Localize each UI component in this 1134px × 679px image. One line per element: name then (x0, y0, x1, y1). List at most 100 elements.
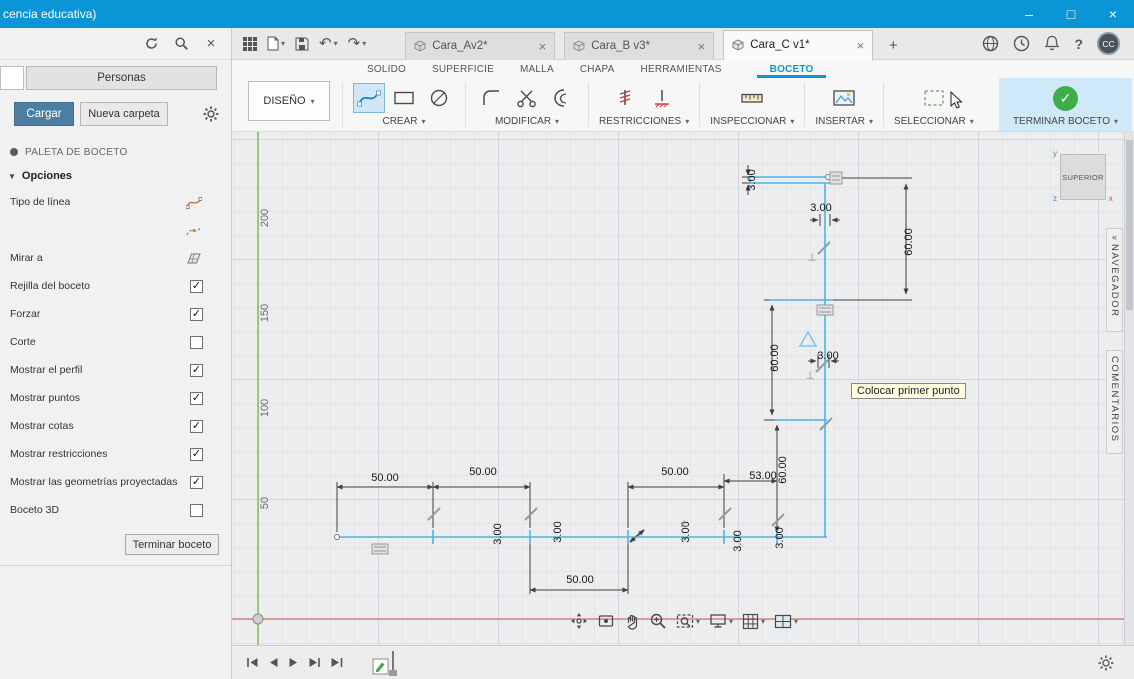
modificar-dropdown[interactable]: MODIFICAR ▾ (495, 116, 559, 127)
save-icon[interactable] (290, 31, 314, 57)
terminar-boceto-panel-button[interactable]: Terminar boceto (125, 534, 219, 555)
redo-icon[interactable]: ↷ ▾ (343, 31, 372, 57)
dimension-label[interactable]: 53.00 (749, 470, 777, 482)
rejilla-checkbox[interactable] (190, 279, 203, 293)
orbit-icon[interactable] (570, 612, 588, 630)
tab-herramientas[interactable]: HERRAMIENTAS (628, 64, 735, 78)
tab-malla[interactable]: MALLA (507, 64, 567, 78)
measure-tool-button[interactable] (736, 83, 768, 113)
dimension-label[interactable]: 50.00 (371, 472, 399, 484)
select-tool-button[interactable] (918, 83, 950, 113)
timeline-sketch-feature[interactable] (372, 650, 397, 676)
go-to-start-button[interactable] (246, 657, 259, 668)
mostrar-cotas-checkbox[interactable] (190, 419, 203, 433)
boceto-3d-checkbox[interactable] (190, 503, 203, 517)
fit-view-icon[interactable]: ▾ (676, 613, 700, 629)
fix-constraint-button[interactable] (611, 83, 643, 113)
refresh-icon[interactable] (143, 36, 159, 52)
close-tab-icon[interactable]: × (539, 39, 547, 54)
viewports-icon[interactable]: ▾ (774, 614, 798, 629)
timeline-position-marker[interactable] (389, 650, 397, 676)
timeline-settings-gear-icon[interactable] (1098, 655, 1114, 671)
search-icon[interactable] (173, 36, 189, 52)
dimension-label[interactable]: 50.00 (566, 574, 594, 586)
group-terminar-boceto[interactable]: ✓ TERMINAR BOCETO ▾ (998, 78, 1132, 131)
dimension-label[interactable]: 3.00 (774, 527, 786, 548)
display-settings-icon[interactable]: ▾ (709, 613, 733, 629)
dimension-label[interactable]: 60.00 (777, 456, 789, 484)
close-button[interactable]: × (1092, 0, 1134, 28)
spline-linetype-icon[interactable] (185, 195, 203, 209)
tab-chapa[interactable]: CHAPA (567, 64, 628, 78)
dimension-label[interactable]: 60.00 (903, 228, 915, 256)
step-forward-button[interactable] (308, 657, 321, 668)
finish-sketch-check-icon[interactable]: ✓ (1052, 85, 1078, 111)
perpendicular-constraint-icon[interactable]: ⊥ (806, 371, 815, 382)
tab-solido[interactable]: SOLIDO (354, 64, 419, 78)
maximize-button[interactable]: □ (1050, 0, 1092, 28)
restricciones-dropdown[interactable]: RESTRICCIONES ▾ (599, 116, 689, 127)
close-tab-icon[interactable]: × (857, 38, 865, 53)
dimension-label[interactable]: 3.00 (552, 521, 564, 542)
tab-cara-av2[interactable]: Cara_Av2* × (405, 31, 556, 60)
extensions-icon[interactable] (982, 35, 999, 52)
options-section-header[interactable]: ▼ Opciones (0, 164, 231, 188)
tab-superficie[interactable]: SUPERFICIE (419, 64, 507, 78)
crear-dropdown[interactable]: CREAR ▾ (382, 116, 425, 127)
dimension-label[interactable]: 3.00 (492, 523, 504, 544)
go-to-end-button[interactable] (330, 657, 343, 668)
vertical-constraint-button[interactable] (646, 83, 678, 113)
panel-tab-blank[interactable] (0, 66, 24, 90)
scrollbar-thumb[interactable] (1126, 140, 1133, 310)
expand-panel-icon[interactable]: « (1112, 232, 1117, 242)
insertar-dropdown[interactable]: INSERTAR ▾ (815, 116, 873, 127)
drag-arrow-icon[interactable] (629, 529, 645, 543)
dimension-label[interactable]: 50.00 (469, 466, 497, 478)
circle-tool-button[interactable] (423, 83, 455, 113)
grid-settings-icon[interactable]: ▾ (742, 613, 765, 630)
notifications-bell-icon[interactable] (1044, 35, 1061, 52)
origin-point[interactable] (252, 613, 264, 625)
perpendicular-constraint-icon[interactable]: ⊥ (680, 519, 689, 530)
sketch-geometry[interactable] (232, 132, 1134, 645)
play-button[interactable] (288, 657, 299, 668)
geometrias-proyectadas-checkbox[interactable] (190, 475, 203, 489)
close-tab-icon[interactable]: × (698, 39, 706, 54)
tab-cara-c[interactable]: Cara_C v1* × (723, 29, 874, 60)
seleccionar-dropdown[interactable]: SELECCIONAR ▾ (894, 116, 974, 127)
dimension-label[interactable]: 50.00 (661, 466, 689, 478)
gear-icon[interactable] (203, 106, 219, 122)
dimension-label[interactable]: 60.00 (769, 344, 781, 372)
help-icon[interactable]: ? (1074, 36, 1083, 52)
mostrar-restricciones-checkbox[interactable] (190, 447, 203, 461)
new-tab-button[interactable]: + (882, 35, 904, 57)
cargar-button[interactable]: Cargar (14, 102, 74, 126)
scrollbar[interactable] (1124, 132, 1134, 645)
close-panel-icon[interactable]: × (203, 35, 219, 52)
personas-tab[interactable]: Personas (26, 66, 217, 90)
perpendicular-constraint-icon[interactable]: ⊥ (808, 253, 817, 264)
insert-image-button[interactable] (828, 83, 860, 113)
nueva-carpeta-button[interactable]: Nueva carpeta (80, 102, 168, 126)
tab-cara-b[interactable]: Cara_B v3* × (564, 31, 715, 60)
forzar-checkbox[interactable] (190, 307, 203, 321)
step-back-button[interactable] (268, 657, 279, 668)
dimension-label[interactable]: 3.00 (746, 169, 758, 190)
corte-checkbox[interactable] (190, 335, 203, 349)
job-status-icon[interactable] (1013, 35, 1030, 52)
constraint-marks[interactable] (427, 241, 833, 527)
look-at-icon[interactable] (597, 613, 615, 629)
comentarios-collapsed-panel[interactable]: COMENTARIOS (1106, 350, 1123, 454)
line-tool-button[interactable] (353, 83, 385, 113)
construction-line-icon[interactable] (185, 223, 203, 237)
terminar-boceto-dropdown[interactable]: TERMINAR BOCETO ▾ (1013, 116, 1118, 127)
inspeccionar-dropdown[interactable]: INSPECCIONAR ▾ (710, 116, 794, 127)
offset-tool-button[interactable] (546, 83, 578, 113)
rectangle-tool-button[interactable] (388, 83, 420, 113)
mostrar-perfil-checkbox[interactable] (190, 363, 203, 377)
show-data-panel-icon[interactable] (238, 31, 262, 57)
avatar[interactable]: CC (1097, 32, 1120, 55)
dimension-label[interactable]: 3.00 (817, 350, 838, 362)
sketch-lines[interactable] (337, 176, 838, 544)
dimension-label[interactable]: 3.00 (732, 530, 744, 551)
